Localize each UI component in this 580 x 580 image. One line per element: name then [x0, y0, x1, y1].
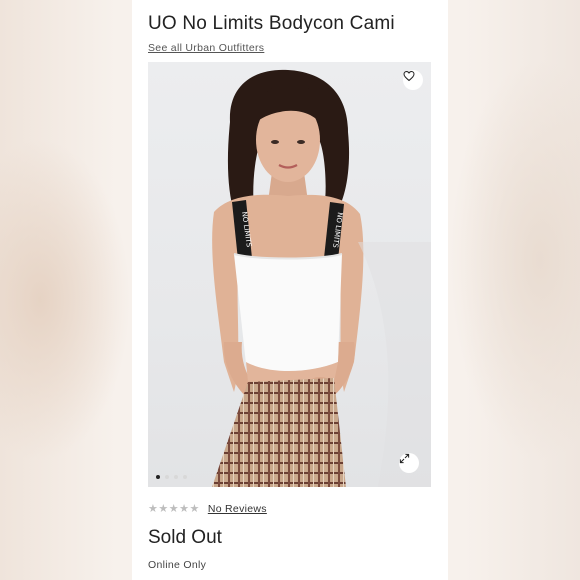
product-card: UO No Limits Bodycon Cami See all Urban …	[132, 0, 448, 580]
rating-row: ★★★★★ No Reviews	[148, 502, 267, 516]
expand-arrows-icon	[399, 453, 410, 464]
stock-status: Sold Out	[148, 527, 222, 548]
heart-outline-icon	[403, 70, 415, 82]
gallery-dot[interactable]	[174, 475, 178, 479]
product-image[interactable]: NO LIMITS NO LIMITS	[148, 62, 431, 487]
expand-image-button[interactable]	[399, 453, 419, 473]
model-photo-illustration: NO LIMITS NO LIMITS	[212, 69, 431, 487]
gallery-pagination	[156, 475, 187, 479]
gallery-dot[interactable]	[183, 475, 187, 479]
gallery-dot[interactable]	[156, 475, 160, 479]
product-title: UO No Limits Bodycon Cami	[148, 13, 395, 34]
star-rating: ★★★★★	[148, 503, 200, 515]
gallery-dot[interactable]	[165, 475, 169, 479]
brand-link[interactable]: See all Urban Outfitters	[148, 42, 264, 54]
reviews-link[interactable]: No Reviews	[208, 503, 267, 515]
favorite-button[interactable]	[403, 70, 423, 90]
availability-label: Online Only	[148, 559, 207, 571]
